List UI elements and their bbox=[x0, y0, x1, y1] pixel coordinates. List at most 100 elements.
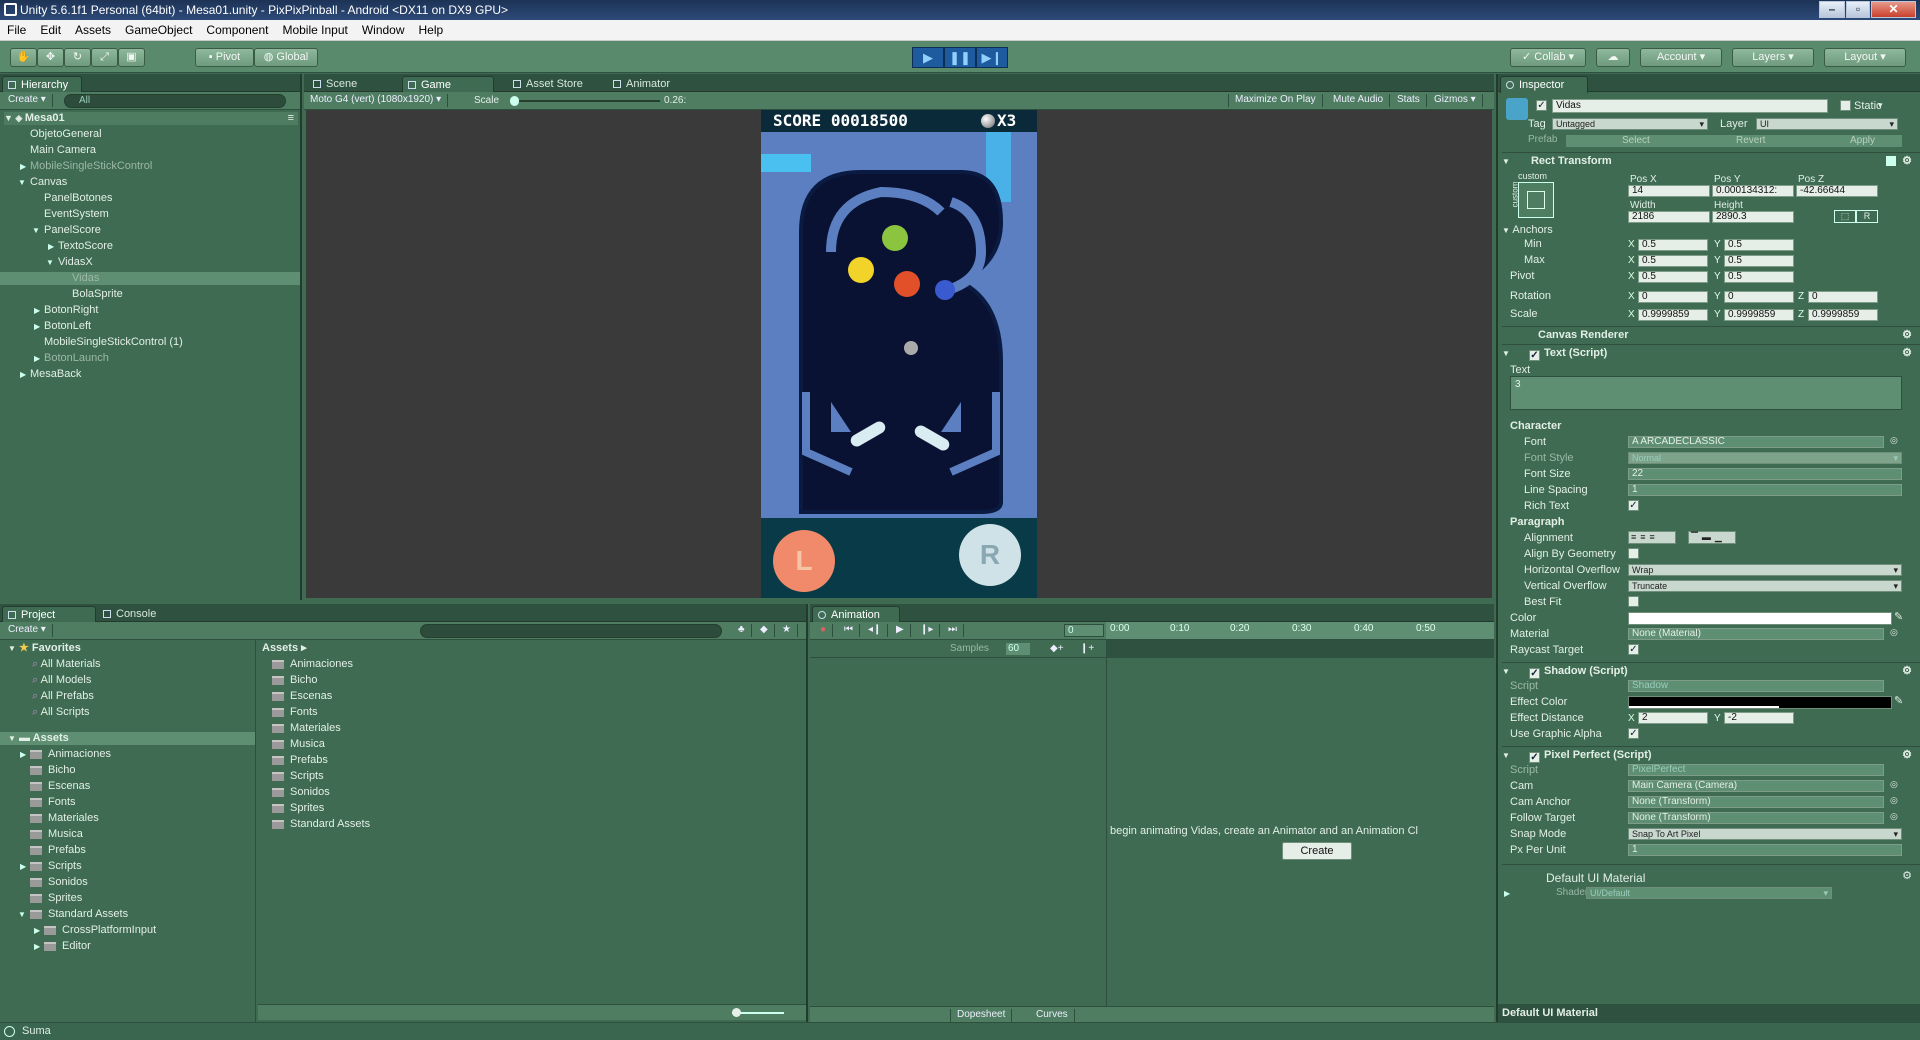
breadcrumb[interactable]: Assets ▸ bbox=[262, 642, 307, 655]
hier-item[interactable]: BolaSprite bbox=[72, 288, 123, 301]
best-fit-checkbox[interactable] bbox=[1628, 596, 1639, 607]
curves-tab[interactable]: Curves bbox=[1030, 1009, 1075, 1022]
file-item[interactable]: Fonts bbox=[272, 706, 318, 719]
rot-y-field[interactable]: 0 bbox=[1724, 291, 1794, 303]
layer-dropdown[interactable]: UI bbox=[1756, 118, 1898, 130]
scale-tool-icon[interactable]: ⤢ bbox=[91, 48, 118, 67]
raw-edit-button[interactable]: R bbox=[1856, 210, 1878, 223]
minimize-button[interactable]: – bbox=[1819, 1, 1845, 18]
eyedropper-icon[interactable]: ✎ bbox=[1894, 610, 1903, 623]
frame-field[interactable]: 0 bbox=[1064, 624, 1104, 637]
expand-arrow-icon[interactable]: ▶ bbox=[34, 940, 40, 953]
tree-folder[interactable]: Sprites bbox=[30, 892, 82, 905]
hier-item[interactable]: ▶ MobileSingleStickControl bbox=[20, 160, 152, 173]
rot-z-field[interactable]: 0 bbox=[1808, 291, 1878, 303]
effect-dist-x-field[interactable]: 2 bbox=[1638, 712, 1708, 724]
menu-window[interactable]: Window bbox=[355, 20, 412, 37]
font-size-field[interactable]: 22 bbox=[1628, 468, 1902, 480]
tree-folder[interactable]: ▶ CrossPlatformInput bbox=[34, 924, 156, 937]
select-button[interactable]: Select bbox=[1622, 135, 1650, 147]
help-icon[interactable] bbox=[1886, 156, 1896, 166]
cam-field[interactable]: Main Camera (Camera) bbox=[1628, 780, 1884, 792]
hand-tool-icon[interactable]: ✋ bbox=[10, 48, 37, 67]
menu-edit[interactable]: Edit bbox=[33, 20, 68, 37]
expand-arrow-icon[interactable]: ▶ bbox=[34, 352, 40, 365]
expand-arrow-icon[interactable]: ▶ bbox=[20, 160, 26, 173]
expand-arrow-icon[interactable]: ▶ bbox=[34, 924, 40, 937]
width-field[interactable]: 2186 bbox=[1628, 211, 1710, 223]
object-picker-icon[interactable]: ◎ bbox=[1890, 627, 1898, 638]
tree-folder[interactable]: ▶ Scripts bbox=[20, 860, 82, 873]
text-script-header[interactable]: ▼ ✓ Text (Script) ⚙ bbox=[1502, 344, 1920, 362]
mute-audio-toggle[interactable]: Mute Audio bbox=[1327, 94, 1391, 107]
last-key-icon[interactable]: ⏭ bbox=[942, 624, 964, 637]
hier-item[interactable]: PanelBotones bbox=[44, 192, 113, 205]
menu-component[interactable]: Component bbox=[199, 20, 275, 37]
tree-folder[interactable]: ▶ Editor bbox=[34, 940, 91, 953]
stats-toggle[interactable]: Stats bbox=[1391, 94, 1427, 107]
blueprint-mode-icon[interactable]: ⬚ bbox=[1834, 210, 1856, 223]
hier-item[interactable]: ▶ MesaBack bbox=[20, 368, 81, 381]
tree-folder[interactable]: Fonts bbox=[30, 796, 76, 809]
dopesheet-tab[interactable]: Dopesheet bbox=[950, 1009, 1013, 1022]
shader-dropdown[interactable]: UI/Default bbox=[1586, 887, 1832, 899]
file-item[interactable]: Bicho bbox=[272, 674, 318, 687]
vertical-align-buttons[interactable]: ▔▬▁ bbox=[1688, 531, 1736, 544]
scene-header[interactable]: ▼ ◈ Mesa01 ≡ bbox=[4, 112, 298, 125]
status-message[interactable]: Suma bbox=[22, 1025, 51, 1037]
file-item[interactable]: Scripts bbox=[272, 770, 324, 783]
use-graphic-alpha-checkbox[interactable]: ✓ bbox=[1628, 728, 1639, 739]
shadow-enabled-checkbox[interactable]: ✓ bbox=[1528, 668, 1540, 679]
add-keyframe-icon[interactable]: ◆+ bbox=[1044, 643, 1070, 656]
hier-item[interactable]: ▼ VidasX bbox=[46, 256, 93, 269]
horizontal-align-buttons[interactable]: ≡≡≡ bbox=[1628, 531, 1676, 544]
pixel-perfect-header[interactable]: ▼ ✓ Pixel Perfect (Script) ⚙ bbox=[1502, 746, 1920, 764]
min-y-field[interactable]: 0.5 bbox=[1724, 239, 1794, 251]
scale-slider-track[interactable] bbox=[510, 100, 660, 102]
file-item[interactable]: Sprites bbox=[272, 802, 324, 815]
h-overflow-dropdown[interactable]: Wrap bbox=[1628, 564, 1902, 576]
add-event-icon[interactable]: ❙+ bbox=[1074, 643, 1100, 656]
object-picker-icon[interactable]: ◎ bbox=[1890, 811, 1898, 822]
active-checkbox[interactable]: ✓ bbox=[1536, 100, 1547, 111]
pivot-x-field[interactable]: 0.5 bbox=[1638, 271, 1708, 283]
gear-icon[interactable]: ⚙ bbox=[1902, 869, 1912, 882]
favorite-item[interactable]: ⌕ All Models bbox=[32, 674, 91, 687]
hier-item[interactable]: ▼ PanelScore bbox=[32, 224, 101, 237]
tree-folder[interactable]: Escenas bbox=[30, 780, 90, 793]
pause-button[interactable]: ❚❚ bbox=[944, 47, 976, 68]
hier-item-selected[interactable]: Vidas bbox=[0, 272, 300, 285]
tree-folder[interactable]: Bicho bbox=[30, 764, 76, 777]
effect-dist-y-field[interactable]: -2 bbox=[1724, 712, 1794, 724]
height-field[interactable]: 2890.3 bbox=[1712, 211, 1794, 223]
posx-field[interactable]: 14 bbox=[1628, 185, 1710, 197]
tag-dropdown[interactable]: Untagged bbox=[1552, 118, 1708, 130]
canvas-renderer-header[interactable]: Canvas Renderer ⚙ bbox=[1502, 326, 1920, 344]
global-toggle[interactable]: ◍ Global bbox=[254, 48, 318, 67]
px-per-unit-field[interactable]: 1 bbox=[1628, 844, 1902, 856]
tree-folder[interactable]: ▼ Standard Assets bbox=[18, 908, 128, 921]
scene-menu-icon[interactable]: ≡ bbox=[288, 112, 294, 125]
material-field[interactable]: None (Material) bbox=[1628, 628, 1884, 640]
menu-file[interactable]: File bbox=[0, 20, 33, 37]
maximize-on-play-toggle[interactable]: Maximize On Play bbox=[1228, 94, 1323, 107]
expand-arrow-icon[interactable]: ▶ bbox=[20, 860, 26, 873]
favorite-item[interactable]: ⌕ All Materials bbox=[32, 658, 101, 671]
hier-item[interactable]: MobileSingleStickControl (1) bbox=[44, 336, 183, 349]
tree-folder[interactable]: Musica bbox=[30, 828, 83, 841]
pixel-perfect-enabled-checkbox[interactable]: ✓ bbox=[1528, 752, 1540, 763]
eyedropper-icon[interactable]: ✎ bbox=[1894, 694, 1903, 707]
tab-project[interactable]: Project bbox=[2, 606, 96, 623]
step-button[interactable]: ▶❙ bbox=[976, 47, 1008, 68]
font-style-dropdown[interactable]: Normal bbox=[1628, 452, 1902, 464]
hier-item[interactable]: ▶ BotonLaunch bbox=[34, 352, 109, 365]
object-picker-icon[interactable]: ◎ bbox=[1890, 435, 1898, 446]
tab-inspector[interactable]: Inspector bbox=[1500, 76, 1588, 93]
shadow-script-header[interactable]: ▼ ✓ Shadow (Script) ⚙ bbox=[1502, 662, 1920, 680]
hier-item[interactable]: Main Camera bbox=[30, 144, 96, 157]
move-tool-icon[interactable]: ✥ bbox=[37, 48, 64, 67]
menu-gameobject[interactable]: GameObject bbox=[118, 20, 199, 37]
gear-icon[interactable]: ⚙ bbox=[1902, 153, 1912, 170]
layers-dropdown[interactable]: Layers ▾ bbox=[1732, 48, 1814, 67]
rect-tool-icon[interactable]: ▣ bbox=[118, 48, 145, 67]
